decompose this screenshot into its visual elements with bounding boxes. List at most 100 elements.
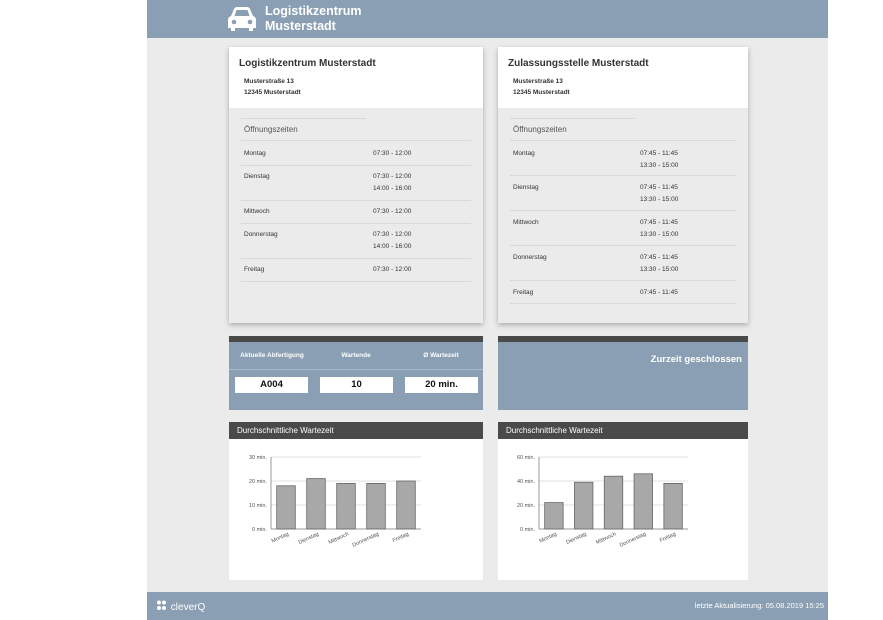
- day-label: Freitag: [513, 289, 534, 296]
- address-city: 12345 Musterstadt: [244, 89, 301, 96]
- hours-line: 07:30 - 12:00: [373, 150, 412, 157]
- divider: [229, 369, 483, 370]
- day-hours: 07:45 - 11:45 13:30 - 15:00: [640, 182, 678, 205]
- panel-topbar: [229, 336, 483, 342]
- x-tick-label: Dienstag: [298, 531, 320, 546]
- wait-time-chart: 0 min. 20 min. 40 min. 60 min. Montag Diensta…: [517, 455, 688, 549]
- cleverq-logo: cleverQ: [156, 600, 205, 613]
- chart-title: Durchschnittliche Wartezeit: [229, 422, 483, 439]
- day-hours: 07:30 - 12:00: [373, 206, 411, 218]
- wait-time-chart-card-left: Durchschnittliche Wartezeit 0 min. 10 min…: [229, 422, 483, 580]
- day-label: Dienstag: [244, 173, 270, 180]
- y-tick-label: 20 min.: [249, 479, 268, 485]
- hours-line: 07:45 - 11:45: [640, 289, 678, 296]
- y-tick-label: 30 min.: [249, 455, 268, 461]
- location-header: Logistikzentrum Musterstadt Musterstraße…: [229, 47, 483, 108]
- x-tick-label: Mittwoch: [328, 531, 350, 546]
- day-hours: 07:45 - 11:45 13:30 - 15:00: [640, 252, 678, 275]
- day-hours: 07:45 - 11:45 13:30 - 15:00: [640, 217, 678, 240]
- bar: [366, 483, 386, 530]
- current-ticket-label: Aktuelle Abfertigung: [240, 352, 304, 359]
- bar: [603, 475, 624, 530]
- chart-title: Durchschnittliche Wartezeit: [498, 422, 748, 439]
- day-hours: 07:45 - 11:45: [640, 287, 678, 299]
- closed-message: Zurzeit geschlossen: [650, 354, 742, 365]
- divider: [510, 175, 736, 176]
- x-tick-label: Freitag: [659, 531, 677, 544]
- hours-line: 14:00 - 16:00: [373, 242, 412, 250]
- divider: [241, 200, 471, 201]
- avg-wait-value: 20 min.: [405, 377, 478, 393]
- location-name: Logistikzentrum Musterstadt: [239, 58, 376, 69]
- last-update: letzte Aktualisierung: 05.08.2019 15:25: [694, 601, 824, 610]
- x-tick-label: Dienstag: [565, 531, 587, 546]
- bar: [276, 485, 296, 530]
- hours-line: 07:30 - 12:00: [373, 208, 412, 215]
- car-icon: [228, 7, 256, 31]
- location-card-logistikzentrum: Logistikzentrum Musterstadt Musterstraße…: [229, 47, 483, 323]
- day-label: Mittwoch: [513, 219, 539, 226]
- divider: [241, 165, 471, 166]
- footer: cleverQ letzte Aktualisierung: 05.08.201…: [147, 592, 828, 620]
- x-tick-label: Donnerstag: [352, 531, 380, 548]
- avg-wait-label: Ø Wartezeit: [423, 352, 459, 359]
- opening-hours-title: Öffnungszeiten: [513, 125, 567, 134]
- y-tick-label: 10 min.: [249, 503, 268, 509]
- x-tick-label: Donnerstag: [619, 531, 647, 548]
- day-label: Mittwoch: [244, 208, 270, 215]
- brand-title: Logistikzentrum Musterstadt: [265, 4, 362, 34]
- brand-line2: Musterstadt: [265, 19, 336, 33]
- location-address: Musterstraße 13 12345 Musterstadt: [244, 76, 301, 98]
- bar: [306, 478, 326, 530]
- hours-line: 13:30 - 15:00: [640, 161, 679, 169]
- logo-text: cleverQ: [170, 602, 206, 613]
- hours-line: 07:30 - 12:00: [373, 231, 412, 238]
- address-street: Musterstraße 13: [244, 78, 294, 85]
- day-label: Donnerstag: [513, 254, 547, 261]
- divider: [241, 118, 366, 119]
- current-ticket-value: A004: [235, 377, 308, 393]
- x-tick-label: Montag: [539, 531, 558, 544]
- divider: [510, 210, 736, 211]
- panel-topbar: [498, 336, 748, 342]
- bar: [396, 480, 416, 530]
- divider: [510, 245, 736, 246]
- hours-line: 07:30 - 12:00: [373, 266, 412, 273]
- location-card-zulassungsstelle: Zulassungsstelle Musterstadt Musterstraß…: [498, 47, 748, 323]
- waiting-count-label: Wartende: [341, 352, 371, 359]
- hours-line: 13:30 - 15:00: [640, 230, 679, 238]
- y-tick-label: 20 min.: [517, 503, 536, 509]
- waiting-count-value: 10: [320, 377, 393, 393]
- day-label: Freitag: [244, 266, 265, 273]
- hours-line: 07:45 - 11:45: [640, 184, 678, 191]
- location-header: Zulassungsstelle Musterstadt Musterstraß…: [498, 47, 748, 108]
- header: Logistikzentrum Musterstadt: [147, 0, 828, 38]
- bar: [544, 502, 564, 530]
- wait-time-chart-card-right: Durchschnittliche Wartezeit 0 min. 20 min…: [498, 422, 748, 580]
- day-hours: 07:30 - 12:00: [373, 264, 411, 276]
- day-hours: 07:45 - 11:45 13:30 - 15:00: [640, 148, 678, 171]
- opening-hours-title: Öffnungszeiten: [244, 125, 298, 134]
- divider: [510, 303, 736, 304]
- bar: [574, 481, 594, 530]
- location-address: Musterstraße 13 12345 Musterstadt: [513, 76, 570, 98]
- brand-line1: Logistikzentrum: [265, 4, 362, 18]
- divider: [510, 140, 736, 141]
- y-tick-label: 0 min.: [252, 527, 267, 533]
- day-hours: 07:30 - 12:00 14:00 - 16:00: [373, 229, 411, 252]
- day-label: Donnerstag: [244, 231, 278, 238]
- hours-line: 07:45 - 11:45: [640, 150, 678, 157]
- x-tick-label: Mittwoch: [595, 531, 617, 546]
- divider: [241, 223, 471, 224]
- bar: [633, 473, 653, 530]
- hours-line: 14:00 - 16:00: [373, 184, 412, 192]
- divider: [510, 280, 736, 281]
- logo-icon: [157, 600, 166, 610]
- divider: [510, 118, 635, 119]
- day-label: Dienstag: [513, 184, 539, 191]
- hours-line: 07:45 - 11:45: [640, 254, 678, 261]
- divider: [241, 140, 471, 141]
- closed-status-panel: Zurzeit geschlossen: [498, 336, 748, 410]
- bar: [336, 483, 356, 530]
- day-label: Montag: [244, 150, 266, 157]
